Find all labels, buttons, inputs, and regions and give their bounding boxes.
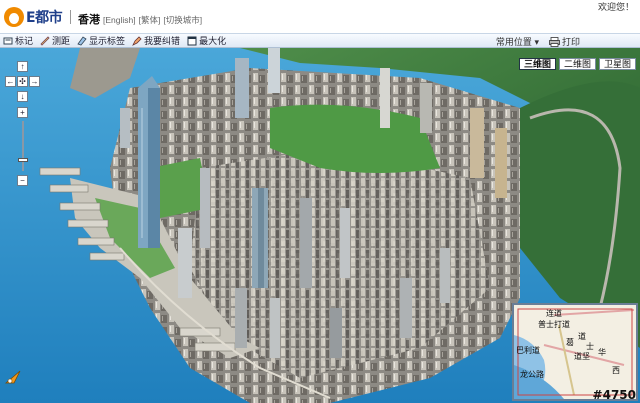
overview-minimap[interactable]: 普士打道 连道 巴利道 龙公路 道 华 西 道坚 士 葛 xyxy=(512,303,638,401)
measure-label: 测距 xyxy=(52,36,71,46)
tag-button[interactable]: 标记 xyxy=(3,34,33,47)
measure-button[interactable]: 测距 xyxy=(40,34,70,47)
print-label: 打印 xyxy=(561,37,580,47)
tab-3d-map[interactable]: 三维图 xyxy=(518,58,556,70)
report-error-button[interactable]: 我要纠错 xyxy=(132,34,180,47)
switch-city-link[interactable]: [切换城市] xyxy=(163,14,202,26)
toolbar-right: 常用位置 ▾ 打印 xyxy=(496,35,580,48)
maximize-label: 最大化 xyxy=(199,36,227,46)
site-logo[interactable]: E都市 xyxy=(4,7,63,27)
map-view[interactable]: 三维图 二维图 卫星图 ↑ ← ✣ → ↓ + − 普士打道 连道 巴利道 龙公… xyxy=(0,48,640,403)
center-icon: ✣ xyxy=(19,77,26,86)
minimap-label: 葛 xyxy=(566,338,574,347)
maximize-icon xyxy=(187,36,197,45)
printer-icon xyxy=(549,36,560,47)
correction-icon xyxy=(132,35,142,46)
minimap-label: 道坚 xyxy=(574,352,590,361)
zoom-slider-track[interactable] xyxy=(22,121,24,171)
logo-icon xyxy=(4,7,24,27)
tab-2d-map[interactable]: 二维图 xyxy=(558,58,596,70)
english-link[interactable]: [English] xyxy=(103,15,136,25)
minimap-label: 普士打道 xyxy=(538,320,570,329)
minimap-label: 巴利道 xyxy=(516,346,540,355)
minimap-label: 士 xyxy=(586,342,594,351)
pan-down-button[interactable]: ↓ xyxy=(17,91,28,102)
minimap-label: 道 xyxy=(578,332,586,341)
pan-left-button[interactable]: ← xyxy=(5,76,16,87)
print-button[interactable]: 打印 xyxy=(549,35,580,48)
maximize-button[interactable]: 最大化 xyxy=(187,34,226,47)
city-name: 香港 xyxy=(78,14,100,26)
zoom-slider-thumb[interactable] xyxy=(18,158,28,162)
ruler-icon xyxy=(40,35,50,46)
minimap-label: 西 xyxy=(612,366,620,375)
minimap-label: 龙公路 xyxy=(520,370,544,379)
compass-icon[interactable] xyxy=(4,369,22,385)
report-error-label: 我要纠错 xyxy=(144,36,181,46)
welcome-text: 欢迎您！ xyxy=(597,2,634,12)
zoom-out-button[interactable]: − xyxy=(17,175,28,186)
image-id-watermark: #4750 xyxy=(592,388,636,402)
label-icon xyxy=(77,35,87,45)
map-view-tabs: 三维图 二维图 卫星图 xyxy=(518,58,636,70)
logo-text: E都市 xyxy=(26,10,63,26)
minimap-label: 华 xyxy=(598,348,606,357)
show-labels-button[interactable]: 显示标签 xyxy=(77,34,125,47)
common-location-dropdown[interactable]: 常用位置 ▾ xyxy=(496,35,539,48)
tag-icon xyxy=(3,37,13,44)
pan-up-button[interactable]: ↑ xyxy=(17,61,28,72)
dropdown-arrow-icon: ▾ xyxy=(534,37,539,47)
header-divider xyxy=(70,10,71,24)
tab-satellite-map[interactable]: 卫星图 xyxy=(598,58,636,70)
header: 欢迎您！ E都市 香港 [English] [繁体] [切换城市] xyxy=(0,0,640,33)
center-button[interactable]: ✣ xyxy=(17,76,28,87)
traditional-link[interactable]: [繁体] xyxy=(139,14,161,26)
zoom-in-button[interactable]: + xyxy=(17,107,28,118)
tag-label: 标记 xyxy=(15,36,34,46)
ifc-tower xyxy=(138,76,160,248)
minimap-label: 连道 xyxy=(546,309,562,318)
pan-right-button[interactable]: → xyxy=(29,76,40,87)
common-location-label: 常用位置 xyxy=(495,37,532,47)
city-switcher: 香港 [English] [繁体] [切换城市] xyxy=(78,11,202,27)
map-toolbar: 标记 测距 显示标签 我要纠错 最大化 常用位置 ▾ 打印 xyxy=(0,33,640,48)
show-labels-label: 显示标签 xyxy=(89,36,126,46)
